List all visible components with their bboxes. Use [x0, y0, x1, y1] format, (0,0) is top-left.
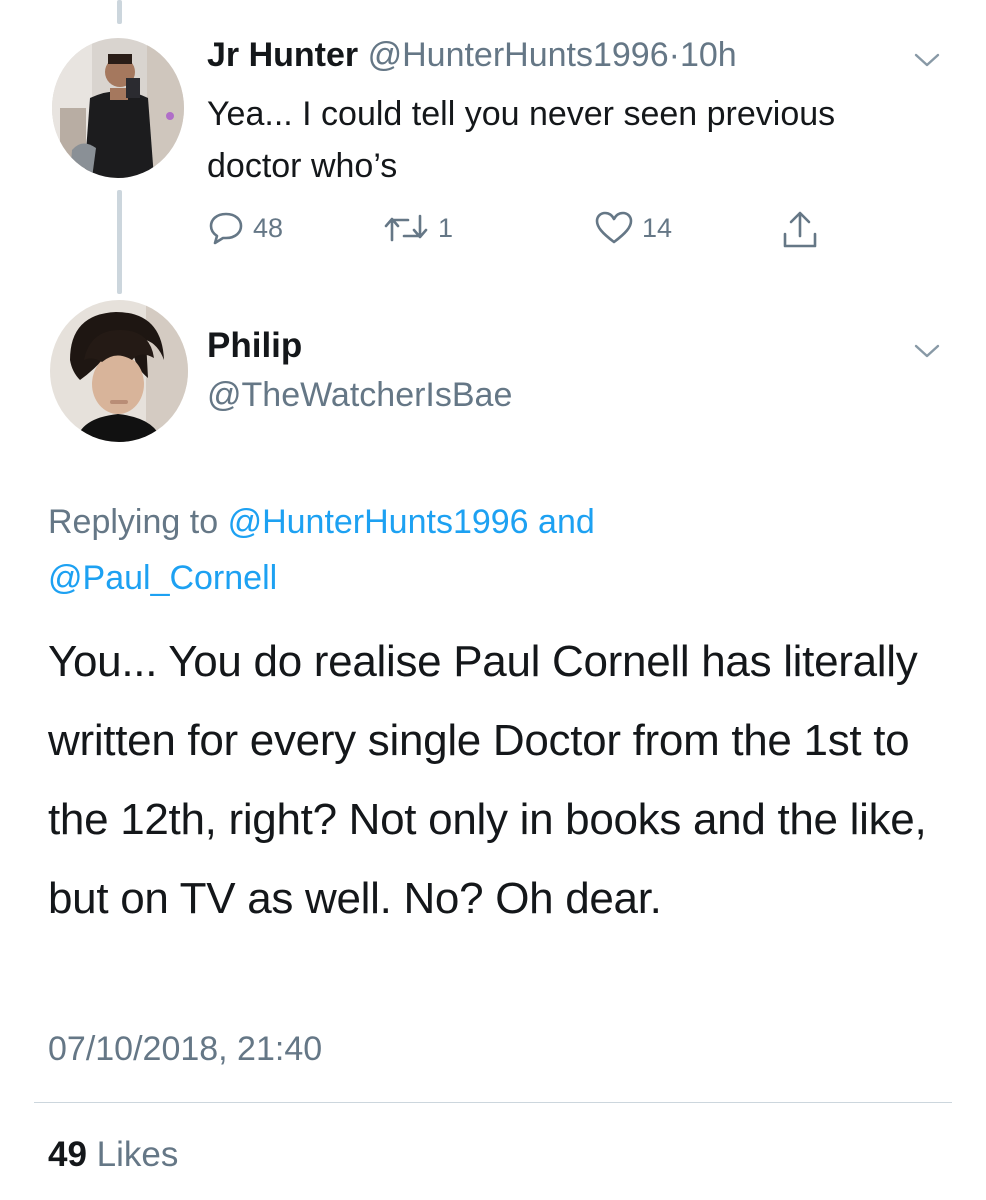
reply-count: 48 [253, 212, 284, 243]
share-button[interactable] [781, 210, 819, 250]
reply-icon [209, 212, 243, 245]
meta-separator: · [668, 36, 680, 74]
tweet-1-text: Yea... I could tell you never seen previ… [207, 95, 836, 185]
replying-and: and [538, 503, 595, 541]
heart-icon [595, 211, 633, 244]
mention-link-1[interactable]: @HunterHunts1996 [228, 503, 529, 541]
likes-summary[interactable]: 49 Likes [48, 1135, 178, 1175]
chevron-down-icon[interactable] [912, 341, 942, 361]
chevron-down-icon[interactable] [912, 50, 942, 70]
like-count: 14 [642, 212, 673, 243]
reply-button[interactable]: 48 [207, 210, 283, 246]
tweet-1-header: Jr Hunter @HunterHunts1996·10h [207, 36, 737, 75]
thread-line-top [117, 0, 122, 24]
likes-label: Likes [96, 1135, 179, 1174]
tweet-2-text: You... You do realise Paul Cornell has l… [48, 637, 927, 923]
retweet-button[interactable]: 1 [382, 210, 453, 246]
author-handle[interactable]: @HunterHunts1996 [368, 36, 669, 74]
mention-link-2[interactable]: @Paul_Cornell [48, 559, 277, 597]
tweet-1-actions: 48 1 14 [207, 210, 847, 258]
likes-count: 49 [48, 1135, 87, 1174]
like-button[interactable]: 14 [594, 210, 672, 246]
replying-prefix: Replying to [48, 503, 219, 541]
avatar-jr-hunter[interactable] [52, 38, 184, 178]
divider [34, 1102, 952, 1103]
tweet-time[interactable]: 10h [680, 36, 737, 74]
replying-to: Replying to @HunterHunts1996 and @Paul_C… [48, 494, 948, 606]
tweet-timestamp[interactable]: 07/10/2018, 21:40 [48, 1030, 322, 1069]
share-icon [783, 211, 817, 248]
author-name[interactable]: Philip [207, 326, 302, 366]
author-name[interactable]: Jr Hunter [207, 36, 358, 74]
thread-line-connector [117, 190, 122, 294]
retweet-icon [384, 214, 428, 242]
author-handle[interactable]: @TheWatcherIsBae [207, 376, 512, 415]
retweet-count: 1 [438, 212, 454, 243]
avatar-philip[interactable] [50, 300, 188, 442]
